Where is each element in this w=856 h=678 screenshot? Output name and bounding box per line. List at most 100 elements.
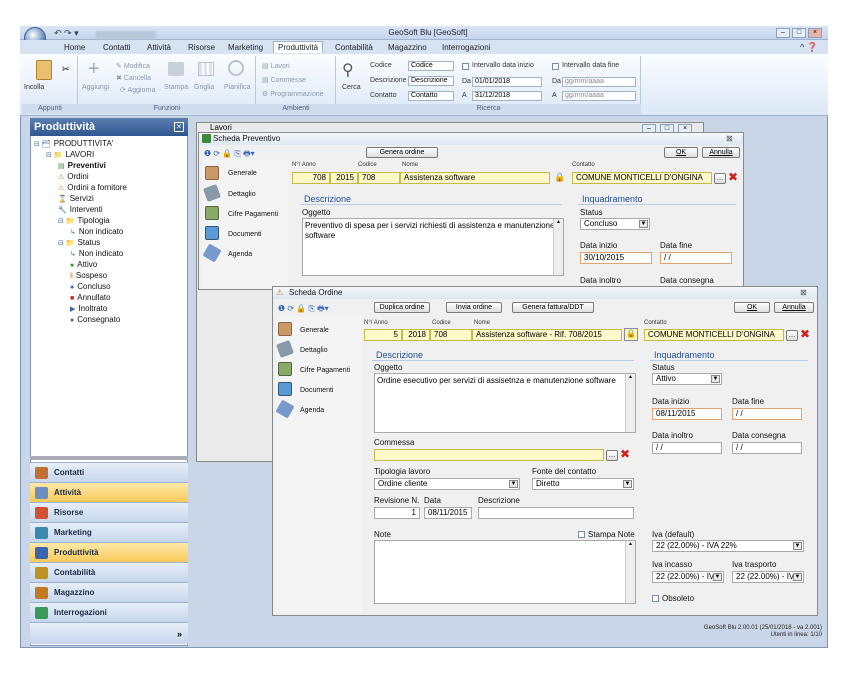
nav-button[interactable]: Risorse bbox=[30, 502, 188, 522]
genera-ordine-button[interactable]: Genera ordine bbox=[366, 147, 438, 158]
ord-oggetto-scrollbar[interactable]: ▲ bbox=[625, 374, 635, 432]
prev-contatto-clear-icon[interactable]: ✖ bbox=[728, 170, 738, 184]
tree-item[interactable]: ⌛ Servizi bbox=[58, 194, 94, 203]
search-descrizione-input[interactable]: Descrizione bbox=[408, 76, 454, 86]
inizio-da-input[interactable]: 01/01/2018 bbox=[472, 77, 542, 87]
invia-ordine-button[interactable]: Invia ordine bbox=[446, 302, 502, 313]
ord-contatto-clear-icon[interactable]: ✖ bbox=[800, 327, 810, 341]
genera-fattura-button[interactable]: Genera fattura/DDT bbox=[512, 302, 594, 313]
ord-contatto-browse[interactable]: … bbox=[786, 330, 798, 341]
help-icon[interactable]: ^ ❓ bbox=[800, 42, 818, 53]
tab-magazzino[interactable]: Magazzino bbox=[384, 42, 431, 54]
stampa-note-checkbox[interactable] bbox=[578, 531, 585, 538]
prev-status-select[interactable]: Concluso ▼ bbox=[580, 218, 650, 230]
ord-oggetto-textarea[interactable]: Ordine esecutivo per servizi di assisetn… bbox=[374, 373, 636, 433]
ord-anno[interactable]: 2018 bbox=[402, 329, 430, 341]
commesse-button[interactable]: ▤ Commesse bbox=[262, 76, 306, 84]
modifica-button[interactable]: ✎ Modifica bbox=[116, 62, 150, 70]
splitter-handle[interactable] bbox=[30, 456, 188, 460]
prev-data-inizio[interactable]: 30/10/2015 bbox=[580, 252, 652, 264]
prev-anno[interactable]: 2015 bbox=[330, 172, 358, 184]
tree-item[interactable]: ↳ Non indicato bbox=[70, 227, 123, 236]
tab-risorse[interactable]: Risorse bbox=[184, 42, 219, 54]
prev-contatto[interactable]: COMUNE MONTICELLI D'ONGINA bbox=[572, 172, 712, 184]
prev-oggetto-textarea[interactable]: Preventivo di spesa per i servizi richie… bbox=[302, 218, 564, 276]
inizio-a-input[interactable]: 31/12/2018 bbox=[472, 91, 542, 101]
prev-data-fine[interactable]: / / bbox=[660, 252, 732, 264]
tree-item[interactable]: ▶ Inoltrato bbox=[70, 304, 107, 313]
fine-da-input[interactable]: gg/mm/aaaa bbox=[562, 77, 636, 87]
ordine-ok-button[interactable]: OK bbox=[734, 302, 770, 313]
ord-contatto[interactable]: COMUNE MONTICELLI D'ONGINA bbox=[644, 329, 784, 341]
note-scrollbar[interactable]: ▲ bbox=[625, 541, 635, 603]
prev-nome[interactable]: Assistenza software bbox=[400, 172, 550, 184]
nav-button[interactable]: Contatti bbox=[30, 462, 188, 482]
fonte-select[interactable]: Diretto ▼ bbox=[532, 478, 634, 490]
tree-item[interactable]: ⊟ 📁 LAVORI bbox=[46, 150, 94, 159]
prev-oggetto-scrollbar[interactable]: ▲ bbox=[553, 219, 563, 275]
nav-button[interactable]: Marketing bbox=[30, 522, 188, 542]
panel-close-icon[interactable]: × bbox=[174, 122, 184, 132]
ord-side-dettaglio[interactable]: Dettaglio bbox=[300, 347, 328, 354]
ord-side-documenti[interactable]: Documenti bbox=[300, 387, 333, 394]
cancella-button[interactable]: ✖ Cancella bbox=[116, 74, 151, 82]
tree-item[interactable]: ▤ Preventivi bbox=[58, 161, 106, 170]
aggiungi-button[interactable]: Aggiungi bbox=[82, 84, 109, 91]
minimize-button[interactable]: – bbox=[776, 28, 790, 38]
search-codice-input[interactable]: Codice bbox=[408, 61, 454, 71]
prev-side-dettaglio[interactable]: Dettaglio bbox=[228, 191, 256, 198]
fine-a-input[interactable]: gg/mm/aaaa bbox=[562, 91, 636, 101]
preventivo-close-icon[interactable]: ⊠ bbox=[726, 134, 733, 143]
intervallo-inizio-checkbox[interactable] bbox=[462, 63, 469, 70]
ord-data-consegna[interactable]: / / bbox=[732, 442, 802, 454]
ordine-close-icon[interactable]: ⊠ bbox=[800, 288, 807, 297]
maximize-button[interactable]: □ bbox=[792, 28, 806, 38]
iva-default-select[interactable]: 22 (22.00%) - IVA 22% ▼ bbox=[652, 540, 804, 552]
obsoleto-checkbox[interactable] bbox=[652, 595, 659, 602]
tab-marketing[interactable]: Marketing bbox=[224, 42, 267, 54]
nav-button[interactable]: Magazzino bbox=[30, 582, 188, 602]
griglia-button[interactable]: Griglia bbox=[194, 84, 214, 91]
prev-side-generale[interactable]: Generale bbox=[228, 170, 257, 177]
tree-item[interactable]: ↳ Non indicato bbox=[70, 249, 123, 258]
lavori-button[interactable]: ▤ Lavori bbox=[262, 62, 290, 70]
tree-item[interactable]: ⚠ Ordini a fornitore bbox=[58, 183, 127, 192]
ord-side-generale[interactable]: Generale bbox=[300, 327, 329, 334]
tab-home[interactable]: Home bbox=[60, 42, 89, 54]
rev-data-input[interactable]: 08/11/2015 bbox=[424, 507, 472, 519]
tab-contatti[interactable]: Contatti bbox=[99, 42, 135, 54]
pianifica-button[interactable]: Pianifica bbox=[224, 84, 250, 91]
preventivo-ok-button[interactable]: OK bbox=[664, 147, 698, 158]
cerca-button[interactable]: Cerca bbox=[342, 84, 361, 91]
ord-codice[interactable]: 708 bbox=[430, 329, 472, 341]
commessa-browse[interactable]: … bbox=[606, 450, 618, 461]
ord-lock-icon[interactable]: 🔒 bbox=[624, 328, 638, 341]
prev-side-documenti[interactable]: Documenti bbox=[228, 231, 261, 238]
prev-codice[interactable]: 708 bbox=[358, 172, 400, 184]
close-button[interactable]: × bbox=[808, 28, 822, 38]
commessa-input[interactable] bbox=[374, 449, 604, 461]
duplica-ordine-button[interactable]: Duplica ordine bbox=[374, 302, 430, 313]
revisione-input[interactable]: 1 bbox=[374, 507, 420, 519]
ord-data-inizio[interactable]: 08/11/2015 bbox=[652, 408, 722, 420]
nav-button[interactable]: Interrogazioni bbox=[30, 602, 188, 622]
ord-data-inoltro[interactable]: / / bbox=[652, 442, 722, 454]
prev-numero[interactable]: 708 bbox=[292, 172, 330, 184]
aggiorna-button[interactable]: ⟳ Aggiorna bbox=[120, 86, 155, 94]
more-buttons[interactable]: » bbox=[30, 622, 188, 644]
tree-item[interactable]: ● Attivo bbox=[70, 260, 97, 269]
iva-incasso-select[interactable]: 22 (22.00%) - IV ▼ bbox=[652, 571, 724, 583]
tree-item[interactable]: ⊟ 📁 Tipologia bbox=[58, 216, 110, 225]
tree-item[interactable]: 🔧 Interventi bbox=[58, 205, 103, 214]
tree-item[interactable]: ‖ Sospeso bbox=[70, 271, 107, 280]
tree-item[interactable]: ● Concluso bbox=[70, 282, 111, 291]
ord-side-agenda[interactable]: Agenda bbox=[300, 407, 324, 414]
search-contatto-input[interactable]: Contatto bbox=[408, 91, 454, 101]
stampa-button[interactable]: Stampa bbox=[164, 84, 188, 91]
prev-side-agenda[interactable]: Agenda bbox=[228, 251, 252, 258]
tree-item[interactable]: ■ Annullato bbox=[70, 293, 111, 302]
ordine-toolbar-icons[interactable]: ❶ ⟳ 🔒 ⎘ 🖶▾ bbox=[278, 303, 329, 317]
ord-data-fine[interactable]: / / bbox=[732, 408, 802, 420]
tree-item[interactable]: ⚠ Ordini bbox=[58, 172, 89, 181]
tree-item[interactable]: ● Consegnato bbox=[70, 315, 120, 324]
